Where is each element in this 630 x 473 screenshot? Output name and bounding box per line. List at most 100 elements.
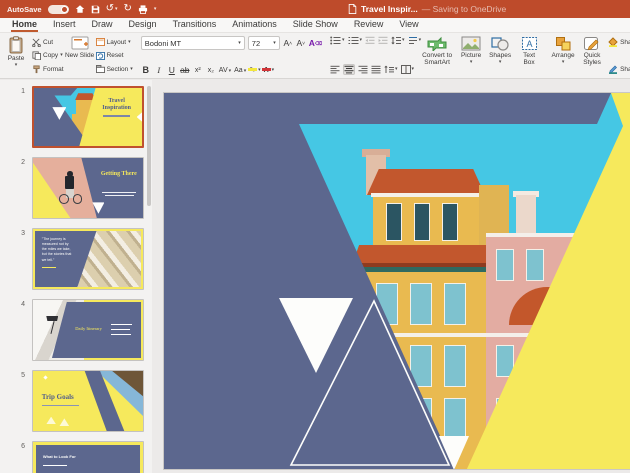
reset-icon [96,52,105,60]
window-title: Travel Inspir... [361,4,418,14]
font-group: Bodoni MT▾ 72▾ A˄ A˅ A⌫ B I U ab x² x₂ A… [141,35,322,76]
align-center-button[interactable] [343,64,355,75]
strikethrough-button[interactable]: ab [180,66,190,75]
picture-icon [461,36,481,51]
print-icon [138,5,148,14]
font-name-select[interactable]: Bodoni MT▾ [141,36,245,50]
tab-animations[interactable]: Animations [224,17,285,32]
slide-number: 2 [0,157,32,219]
underline-button[interactable]: U [167,66,177,75]
justify-icon [371,65,381,74]
layout-button[interactable]: Layout▾ [96,36,133,48]
tab-design[interactable]: Design [121,17,165,32]
title-bar: AutoSave ↺▾ ↻ ▾ Travel Inspir... — Savin… [0,0,630,18]
svg-text:A: A [526,39,532,49]
align-left-icon [330,65,340,74]
text-direction-button[interactable]: ▾ [408,36,422,45]
new-slide-button[interactable]: New Slide [67,35,93,76]
tab-review[interactable]: Review [346,17,392,32]
autosave-label: AutoSave [7,5,42,14]
home-quick-button[interactable] [75,4,85,14]
slide-thumbnail-6[interactable]: What to Look For [32,441,144,473]
indent-decrease-button[interactable] [365,36,375,45]
arrange-button[interactable]: Arrange▾ [550,35,576,76]
quick-styles-icon [583,36,601,51]
indent-increase-button[interactable] [378,36,388,45]
slide-thumbnail-2[interactable]: Getting There [32,157,144,219]
align-right-button[interactable] [358,65,368,74]
paste-button[interactable]: Paste▾ [3,35,29,76]
numbering-button[interactable]: ▾ [348,36,363,45]
line-spacing-icon [391,36,401,45]
highlight-color-button[interactable]: ✎ [249,67,255,74]
smartart-icon [426,36,448,51]
section-button[interactable]: Section▾ [96,63,133,75]
increase-font-button[interactable]: A˄ [283,39,293,48]
slide-thumbnail-1[interactable]: Travel Inspiration [32,86,144,148]
save-button[interactable] [91,5,100,14]
text-direction-icon [408,36,418,45]
character-spacing-button[interactable]: AV▾ [219,67,231,74]
shape-outline-icon [608,64,618,74]
align-text-button[interactable]: ▾ [384,65,398,74]
shape-fill-button[interactable]: Shap... [608,36,630,48]
slide-number: 1 [0,86,32,148]
copy-button[interactable]: Copy▾ [32,50,64,62]
thumb5-title: Trip Goals [42,393,84,401]
canvas-area [152,80,630,473]
slide-thumbnail-3[interactable]: "The journey is measured not by the mile… [32,228,144,290]
picture-button[interactable]: Picture▾ [458,35,484,76]
slide-thumbnail-4[interactable]: Daily Itinerary [32,299,144,361]
columns-button[interactable]: ▾ [401,65,415,74]
change-case-button[interactable]: Aa▾ [234,67,246,74]
clipboard-icon [8,36,24,54]
cut-button[interactable]: Cut [32,36,64,48]
undo-button[interactable]: ↺▾ [106,4,118,14]
home-icon [75,4,85,14]
indent-increase-icon [378,36,388,45]
saving-status: — Saving to OneDrive [422,4,507,14]
slides-group: Layout▾ Reset Section▾ [96,35,133,76]
more-commands-button[interactable]: ▾ [154,7,157,12]
shapes-button[interactable]: Shapes▾ [487,35,513,76]
tab-home[interactable]: Home [4,17,45,32]
quick-styles-button[interactable]: Quick Styles [579,35,605,76]
justify-button[interactable] [371,65,381,74]
convert-smartart-button[interactable]: Convert to SmartArt [424,35,450,76]
tab-slide-show[interactable]: Slide Show [285,17,346,32]
font-color-button[interactable]: A [264,67,269,74]
arrange-icon [555,36,572,51]
tab-transitions[interactable]: Transitions [165,17,225,32]
format-painter-button[interactable]: Format [32,63,64,75]
slide-thumbnail-5[interactable]: Trip Goals [32,370,144,432]
thumb4-title: Daily Itinerary [74,326,104,331]
ribbon-tab-bar: Home Insert Draw Design Transitions Anim… [0,18,630,33]
tab-draw[interactable]: Draw [84,17,121,32]
shape-outline-button[interactable]: Shap... [608,63,630,75]
align-left-button[interactable] [330,65,340,74]
tab-view[interactable]: View [391,17,426,32]
print-button[interactable] [138,5,148,14]
align-center-icon [344,65,354,74]
save-icon [91,5,100,14]
thumbnails-scrollbar[interactable] [147,86,151,206]
clear-formatting-button[interactable]: A⌫ [309,39,322,48]
tab-insert[interactable]: Insert [45,17,84,32]
line-spacing-button[interactable]: ▾ [391,36,405,45]
slide-canvas[interactable] [163,92,630,470]
document-icon [348,4,357,14]
subscript-button[interactable]: x₂ [206,67,216,74]
textbox-button[interactable]: A Text Box [516,35,542,76]
superscript-button[interactable]: x² [193,67,203,74]
reset-button[interactable]: Reset [96,50,133,62]
italic-button[interactable]: I [154,66,164,75]
autosave-toggle[interactable] [48,5,69,14]
font-size-select[interactable]: 72▾ [248,36,280,50]
decrease-font-button[interactable]: A˅ [296,39,306,48]
ribbon-toolbar: Paste▾ Cut Copy▾ Format New Slide Lay [0,33,630,79]
redo-button[interactable]: ↻ [124,4,132,14]
copy-icon [32,51,41,60]
textbox-icon: A [521,36,538,51]
bold-button[interactable]: B [141,66,151,75]
bullets-button[interactable]: ▾ [330,36,345,45]
